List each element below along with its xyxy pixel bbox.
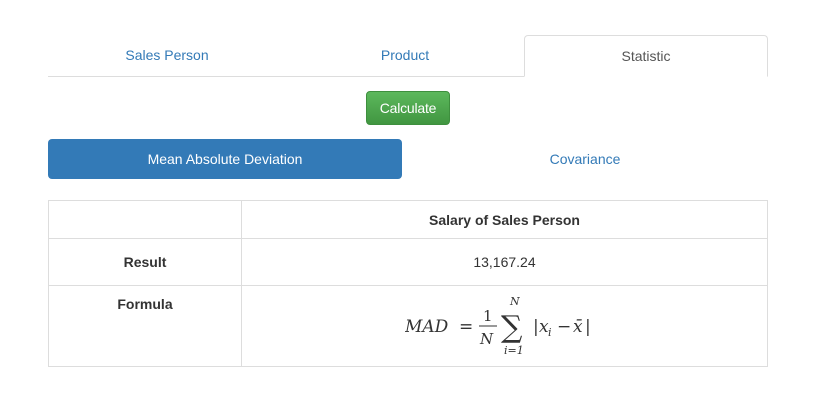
table-row: Result 13,167.24 xyxy=(48,238,768,286)
table-row: Formula MAD = 1 N N ∑ i=1 | x i − x̄ | xyxy=(48,285,768,367)
tab-product[interactable]: Product xyxy=(286,35,524,76)
formula-label: Formula xyxy=(48,285,242,367)
tab-sales-person[interactable]: Sales Person xyxy=(48,35,286,76)
calculate-button[interactable]: Calculate xyxy=(366,91,450,125)
formula-subscript-i: i xyxy=(548,326,552,339)
formula-sum-lower: i=1 xyxy=(504,344,524,357)
result-value: 13,167.24 xyxy=(241,238,768,286)
formula-equals: = xyxy=(459,317,473,337)
pill-covariance[interactable]: Covariance xyxy=(402,139,768,179)
result-label: Result xyxy=(48,238,242,286)
table-header-empty xyxy=(48,200,242,239)
top-tabs: Sales Person Product Statistic xyxy=(48,35,768,77)
mad-formula: MAD = 1 N N ∑ i=1 | x i − x̄ | xyxy=(241,285,768,367)
formula-sum-upper: N xyxy=(509,295,520,308)
table-header-row: Salary of Sales Person xyxy=(48,200,768,239)
formula-xbar: x̄ xyxy=(573,317,583,337)
formula-lhs: MAD xyxy=(405,317,449,337)
formula-sum-symbol: ∑ xyxy=(501,310,523,345)
statistic-pills: Mean Absolute Deviation Covariance xyxy=(48,139,768,179)
formula-numerator: 1 xyxy=(483,307,493,325)
mad-formula-svg: MAD = 1 N N ∑ i=1 | x i − x̄ | xyxy=(405,295,591,357)
formula-abs-open: | xyxy=(533,317,539,337)
result-table: Salary of Sales Person Result 13,167.24 … xyxy=(48,200,768,367)
formula-abs-close: | xyxy=(585,317,591,337)
table-header-salary: Salary of Sales Person xyxy=(241,200,768,239)
formula-minus: − xyxy=(557,317,571,337)
pill-mean-absolute-deviation[interactable]: Mean Absolute Deviation xyxy=(48,139,402,179)
tab-statistic[interactable]: Statistic xyxy=(524,35,768,77)
formula-denominator: N xyxy=(479,330,494,348)
